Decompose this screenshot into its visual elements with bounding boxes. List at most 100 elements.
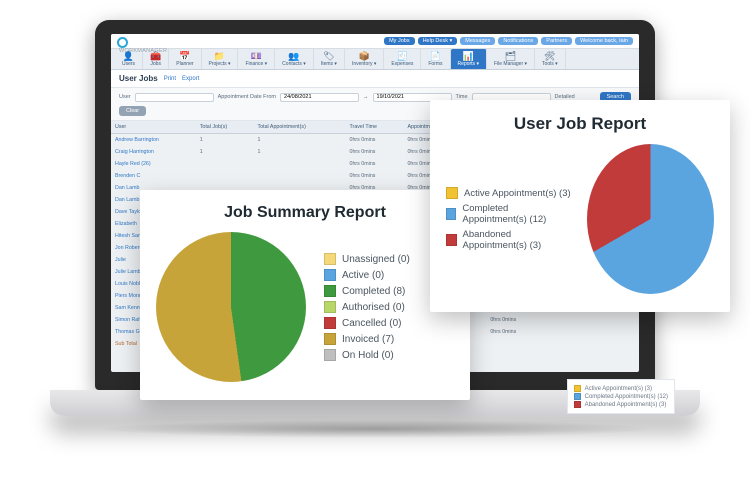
brand-name: WORKMANAGER — [119, 48, 167, 54]
toolbar-item[interactable]: 📊Reports ▾ — [451, 49, 487, 69]
legend-label: Completed Appointment(s) (12) — [585, 394, 668, 400]
column-header[interactable]: User — [111, 121, 196, 134]
user-job-title: User Job Report — [446, 114, 714, 134]
job-summary-report-card: Job Summary Report Unassigned (0)Active … — [140, 190, 470, 400]
legend-item: On Hold (0) — [324, 349, 410, 361]
clear-button[interactable]: Clear — [119, 106, 146, 116]
legend-label: Cancelled (0) — [342, 318, 401, 329]
legend-swatch — [446, 187, 458, 199]
toolbar-icon: 📄 — [428, 52, 442, 61]
user-job-report-card: User Job Report Active Appointment(s) (3… — [430, 100, 730, 312]
top-pill[interactable]: Partners — [541, 37, 572, 45]
top-pill[interactable]: Notifications — [498, 37, 538, 45]
toolbar-icon: 🛠 — [542, 52, 558, 61]
toolbar-icon: 🧾 — [391, 52, 413, 61]
toolbar-icon: 🏷 — [321, 52, 337, 61]
top-pill[interactable]: Welcome back, Iain — [575, 37, 633, 45]
toolbar-label: Projects ▾ — [209, 61, 231, 67]
data-cell — [254, 158, 346, 170]
legend-label: Abandoned Appointment(s) (3) — [585, 402, 667, 408]
job-summary-legend: Unassigned (0) Active (0) Completed (8) Aut… — [324, 249, 410, 365]
toolbar-label: Contacts ▾ — [282, 61, 306, 67]
legend-item: Authorised (0) — [324, 301, 410, 313]
toolbar-item[interactable]: 🧾Expenses — [384, 49, 421, 69]
column-header[interactable]: Total Job(s) — [196, 121, 254, 134]
legend-swatch — [574, 401, 581, 408]
user-filter-label: User — [119, 94, 131, 100]
column-header[interactable]: Total Appointment(s) — [254, 121, 346, 134]
legend-label: Completed Appointment(s) (12) — [462, 203, 573, 225]
user-filter-input[interactable] — [135, 93, 214, 102]
data-cell — [542, 326, 639, 338]
legend-label: Invoiced (7) — [342, 334, 394, 345]
legend-item: Abandoned Appointment(s) (3) — [446, 229, 573, 251]
data-cell: 0hrs 0mins — [346, 158, 404, 170]
data-cell — [196, 170, 254, 182]
date-filter-label: Appointment Date From — [218, 94, 276, 100]
legend-item: Cancelled (0) — [324, 317, 410, 329]
legend-label: Unassigned (0) — [342, 254, 410, 265]
legend-label: On Hold (0) — [342, 350, 394, 361]
mini-legend: Active Appointment(s) (3) Completed Appoi… — [567, 379, 675, 414]
legend-label: Abandoned Appointment(s) (3) — [463, 229, 573, 251]
legend-swatch — [574, 393, 581, 400]
top-pill[interactable]: Help Desk ▾ — [418, 37, 458, 45]
toolbar-item[interactable]: 👥Contacts ▾ — [275, 49, 314, 69]
legend-swatch — [574, 385, 581, 392]
toolbar-label: Reports ▾ — [458, 61, 479, 67]
print-link[interactable]: Print — [164, 76, 176, 82]
toolbar-item[interactable]: 📅Planner — [169, 49, 201, 69]
job-summary-pie — [156, 232, 306, 382]
main-toolbar: 👤Users🧰Jobs📅Planner📁Projects ▾💷Finance ▾… — [111, 49, 639, 70]
data-cell: 0hrs 0mins — [346, 170, 404, 182]
data-cell — [542, 314, 639, 326]
logo-icon — [117, 37, 128, 48]
mini-legend-item: Completed Appointment(s) (12) — [574, 393, 668, 400]
legend-item: Completed (8) — [324, 285, 410, 297]
legend-item: Completed Appointment(s) (12) — [446, 203, 573, 225]
toolbar-item[interactable]: 📄Forms — [421, 49, 450, 69]
toolbar-label: Tools ▾ — [542, 61, 558, 67]
page-title: User Jobs — [119, 74, 158, 83]
legend-swatch — [446, 234, 457, 246]
brand-logo: WORKMANAGER — [117, 37, 171, 49]
legend-label: Active Appointment(s) (3) — [585, 386, 652, 392]
legend-item: Invoiced (7) — [324, 333, 410, 345]
toolbar-item[interactable]: 📦Inventory ▾ — [345, 49, 384, 69]
toolbar-item[interactable]: 🏷Items ▾ — [314, 49, 345, 69]
date-range-sep: → — [363, 94, 369, 100]
toolbar-item[interactable]: 🗂File Manager ▾ — [487, 49, 535, 69]
toolbar-label: Expenses — [391, 61, 413, 67]
toolbar-icon: 👥 — [282, 52, 306, 61]
user-name-cell: Hayle Red (26) — [111, 158, 196, 170]
user-job-pie — [587, 144, 714, 294]
mini-legend-item: Active Appointment(s) (3) — [574, 385, 668, 392]
top-pill[interactable]: My Jobs — [384, 37, 414, 45]
legend-item: Active (0) — [324, 269, 410, 281]
legend-label: Authorised (0) — [342, 302, 405, 313]
data-cell — [254, 170, 346, 182]
toolbar-label: Forms — [428, 61, 442, 67]
date-from-input[interactable] — [280, 93, 359, 102]
toolbar-item[interactable]: 📁Projects ▾ — [202, 49, 239, 69]
top-pill[interactable]: Messages — [460, 37, 495, 45]
legend-swatch — [324, 349, 336, 361]
toolbar-label: Jobs — [150, 61, 161, 67]
page-header: User Jobs Print Export — [111, 70, 639, 88]
top-pill-bar: My Jobs Help Desk ▾MessagesNotificationsP… — [111, 34, 639, 49]
toolbar-item[interactable]: 🛠Tools ▾ — [535, 49, 566, 69]
data-cell — [196, 158, 254, 170]
toolbar-icon: 📊 — [458, 52, 479, 61]
toolbar-label: Finance ▾ — [245, 61, 267, 67]
data-cell: 0hrs 0mins — [346, 146, 404, 158]
column-header[interactable]: Travel Time — [346, 121, 404, 134]
legend-item: Unassigned (0) — [324, 253, 410, 265]
mini-legend-item: Abandoned Appointment(s) (3) — [574, 401, 668, 408]
toolbar-icon: 📅 — [176, 52, 193, 61]
legend-label: Completed (8) — [342, 286, 405, 297]
legend-swatch — [324, 301, 336, 313]
export-link[interactable]: Export — [182, 76, 199, 82]
toolbar-item[interactable]: 💷Finance ▾ — [238, 49, 275, 69]
user-name-cell: Craig Harrington — [111, 146, 196, 158]
laptop-shadow — [95, 420, 655, 438]
